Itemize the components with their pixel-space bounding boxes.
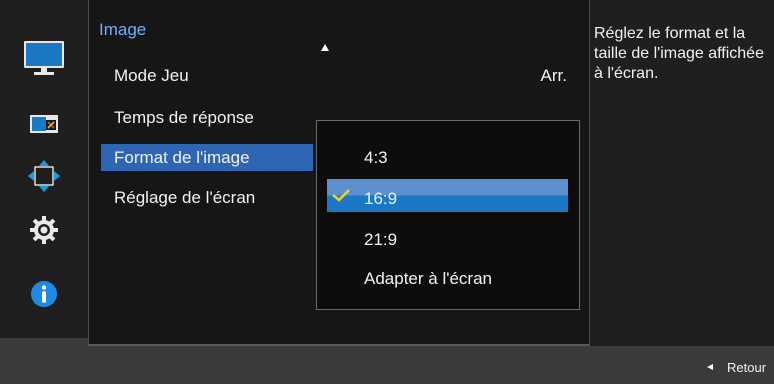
back-button[interactable]: Retour [727, 360, 766, 375]
mode-jeu-value: Arr. [540, 66, 567, 85]
scroll-up-icon [321, 44, 329, 51]
help-text: Réglez le format et la taille de l'image… [594, 25, 764, 82]
menu-item-temps-de-reponse[interactable]: Temps de réponse [114, 108, 254, 128]
resize-arrows-icon[interactable] [22, 158, 66, 194]
checkmark-icon [332, 189, 350, 202]
info-icon[interactable] [22, 276, 66, 312]
back-arrow-icon [707, 364, 713, 370]
menu-item-reglage-ecran[interactable]: Réglage de l'écran [114, 188, 255, 208]
option-21-9[interactable]: 21:9 [364, 230, 397, 250]
help-panel: Réglez le format et la taille de l'image… [590, 0, 774, 346]
category-sidebar [0, 0, 88, 338]
panel-title: Image [99, 20, 147, 39]
option-16-9[interactable]: 16:9 [364, 189, 397, 209]
gear-icon[interactable] [22, 212, 66, 248]
picture-in-picture-icon[interactable] [22, 106, 66, 142]
option-adapter-ecran[interactable]: Adapter à l'écran [364, 269, 492, 289]
monitor-icon[interactable] [22, 40, 66, 76]
osd-menu: Image Mode Jeu Arr. Temps de réponse For… [0, 0, 774, 384]
menu-item-format-image[interactable]: Format de l'image [114, 148, 250, 168]
menu-item-mode-jeu[interactable]: Mode Jeu [114, 66, 189, 86]
bottom-bar: Retour [0, 346, 774, 384]
format-dropdown: 4:3 16:9 21:9 Adapter à l'écran [316, 120, 580, 310]
option-4-3[interactable]: 4:3 [364, 148, 388, 168]
